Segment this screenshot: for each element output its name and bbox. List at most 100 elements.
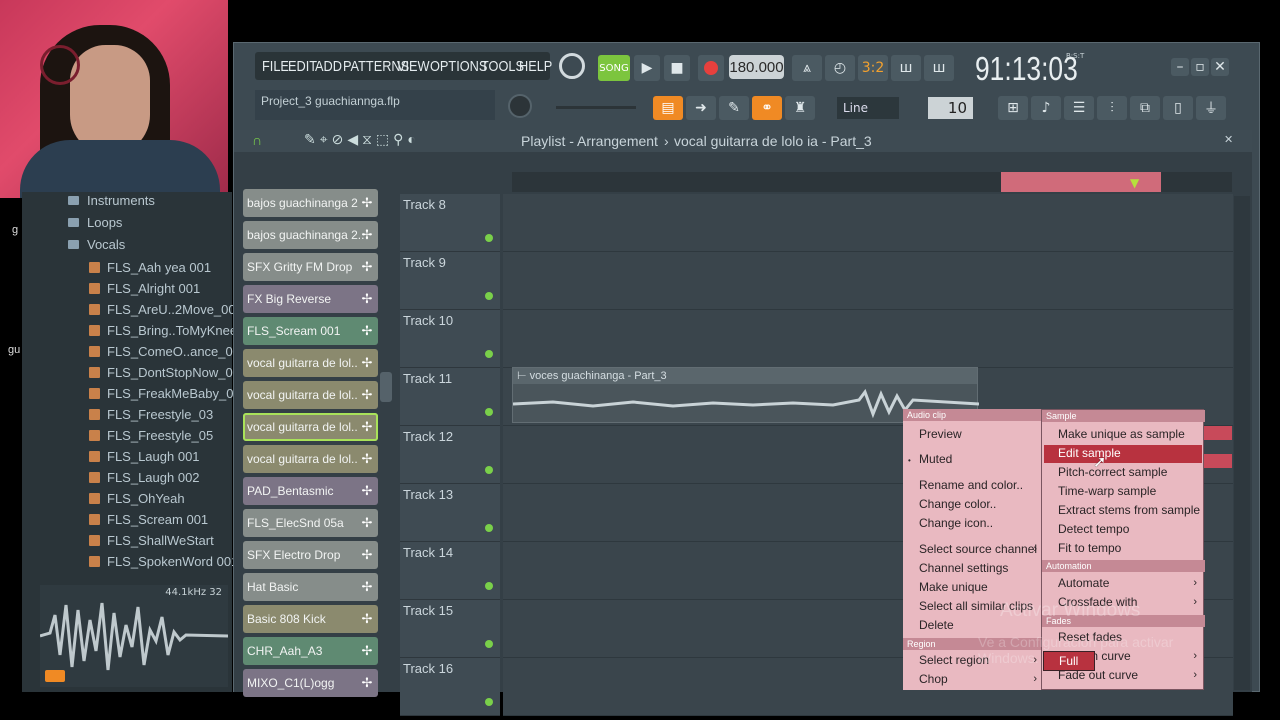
record-button[interactable]: [698, 55, 724, 81]
menu-item-pitch-correct[interactable]: Pitch-correct sample: [1058, 463, 1167, 482]
picker-item[interactable]: CHR_Aah_A3 ✢: [243, 637, 378, 665]
picker-item[interactable]: vocal guitarra de lol.. ✢: [243, 445, 378, 473]
menu-item-automate[interactable]: Automate: [1058, 574, 1109, 593]
browser-file[interactable]: FLS_FreakMeBaby_003: [89, 383, 248, 404]
menu-item-make-unique[interactable]: Make unique: [919, 578, 988, 597]
picker-item[interactable]: FX Big Reverse ✢: [243, 285, 378, 313]
browser-folder[interactable]: Instruments: [68, 190, 155, 211]
picker-item[interactable]: vocal guitarra de lol.. ✢: [243, 381, 378, 409]
menu-file[interactable]: FILE: [262, 53, 289, 81]
track-header[interactable]: Track 12: [400, 426, 500, 484]
drag-handle-icon[interactable]: ✢: [356, 253, 378, 281]
mixer-button[interactable]: ⫶: [1097, 96, 1127, 120]
menu-item-detect-tempo[interactable]: Detect tempo: [1058, 520, 1129, 539]
draw-tool-button[interactable]: ✎: [719, 96, 749, 120]
picker-scrollbar-thumb[interactable]: [380, 372, 392, 402]
menu-item-chop[interactable]: Chop: [919, 670, 948, 689]
browser-file[interactable]: FLS_Alright 001: [89, 278, 200, 299]
track-header[interactable]: Track 10: [400, 310, 500, 368]
browser-file[interactable]: FLS_Aah yea 001: [89, 257, 211, 278]
track-enable-led[interactable]: [485, 408, 493, 416]
piano-roll-button[interactable]: ♪: [1031, 96, 1061, 120]
browser-folder[interactable]: Vocals: [68, 234, 125, 255]
channel-rack-button[interactable]: ⊞: [998, 96, 1028, 120]
track-enable-led[interactable]: [485, 234, 493, 242]
drag-handle-icon[interactable]: ✢: [356, 221, 378, 249]
track-enable-led[interactable]: [485, 292, 493, 300]
browser-file[interactable]: FLS_AreU..2Move_002: [89, 299, 243, 320]
link-button[interactable]: ⚭: [752, 96, 782, 120]
picker-item[interactable]: vocal guitarra de lol.. ✢: [243, 413, 378, 441]
picker-item[interactable]: bajos guachinanga 2.. ✢: [243, 221, 378, 249]
menu-view[interactable]: VIEW: [397, 53, 430, 81]
browser-file[interactable]: FLS_Laugh 001: [89, 446, 200, 467]
loop-record-button[interactable]: ш: [924, 55, 954, 81]
arrow-tool-button[interactable]: ➜: [686, 96, 716, 120]
drag-handle-icon[interactable]: ✢: [356, 669, 378, 697]
clip-fragment[interactable]: [1202, 454, 1232, 468]
menu-item-edit-sample[interactable]: Edit sample: [1058, 444, 1121, 463]
browser-file[interactable]: FLS_Laugh 002: [89, 467, 200, 488]
countdown-button[interactable]: 3:2: [858, 55, 888, 81]
picker-item[interactable]: PAD_Bentasmic ✢: [243, 477, 378, 505]
stamp-button[interactable]: ♜: [785, 96, 815, 120]
minimize-button[interactable]: –: [1171, 58, 1189, 76]
menu-item-channel-settings[interactable]: Channel settings: [919, 559, 1008, 578]
track-enable-led[interactable]: [485, 524, 493, 532]
drag-handle-icon[interactable]: ✢: [356, 541, 378, 569]
close-button[interactable]: ✕: [1211, 58, 1229, 76]
menu-item-rename[interactable]: Rename and color..: [919, 476, 1023, 495]
drag-handle-icon[interactable]: ✢: [356, 285, 378, 313]
drag-handle-icon[interactable]: ✢: [356, 413, 378, 441]
menu-item-time-warp[interactable]: Time-warp sample: [1058, 482, 1156, 501]
step-value[interactable]: 10: [928, 97, 973, 119]
drag-handle-icon[interactable]: ✢: [356, 381, 378, 409]
picker-item[interactable]: vocal guitarra de lol.. ✢: [243, 349, 378, 377]
playlist-close-icon[interactable]: ✕: [1224, 133, 1233, 146]
menu-item-extract-stems[interactable]: Extract stems from sample: [1058, 501, 1200, 520]
drag-handle-icon[interactable]: ✢: [356, 189, 378, 217]
track-lane[interactable]: [503, 252, 1233, 310]
browser-file[interactable]: FLS_DontStopNow_02: [89, 362, 240, 383]
drag-handle-icon[interactable]: ✢: [356, 445, 378, 473]
plugin-button[interactable]: ⧉: [1130, 96, 1160, 120]
menu-item-change-color[interactable]: Change color..: [919, 495, 996, 514]
browser-file[interactable]: FLS_OhYeah: [89, 488, 185, 509]
clip-fragment[interactable]: [1202, 426, 1232, 440]
metronome-button[interactable]: ⩓: [792, 55, 822, 81]
track-lane[interactable]: [503, 310, 1233, 368]
playlist-button[interactable]: ▤: [653, 96, 683, 120]
browser-file[interactable]: FLS_Scream 001: [89, 509, 208, 530]
menu-item-change-icon[interactable]: Change icon..: [919, 514, 993, 533]
browser-file[interactable]: FLS_ShallWeStart: [89, 530, 214, 551]
track-enable-led[interactable]: [485, 640, 493, 648]
tips-button[interactable]: ⏚: [1196, 96, 1226, 120]
master-pitch-knob[interactable]: [508, 94, 532, 118]
master-volume-slider[interactable]: [556, 106, 636, 109]
menu-help[interactable]: HELP: [519, 53, 552, 81]
track-header[interactable]: Track 11: [400, 368, 500, 426]
track-enable-led[interactable]: [485, 698, 493, 706]
picker-item[interactable]: FLS_Scream 001 ✢: [243, 317, 378, 345]
menu-edit[interactable]: EDIT: [288, 53, 317, 81]
menu-add[interactable]: ADD: [315, 53, 342, 81]
menu-item-make-unique-sample[interactable]: Make unique as sample: [1058, 425, 1185, 444]
track-lane[interactable]: [503, 194, 1233, 252]
picker-item[interactable]: SFX Gritty FM Drop ✢: [243, 253, 378, 281]
track-enable-led[interactable]: [485, 350, 493, 358]
playlist-tools[interactable]: ✎⌖⊘◀⧖⬚⚲◐: [304, 131, 420, 148]
track-header[interactable]: Track 9: [400, 252, 500, 310]
drag-handle-icon[interactable]: ✢: [356, 573, 378, 601]
picker-item[interactable]: FLS_ElecSnd 05a ✢: [243, 509, 378, 537]
playlist-vscrollbar[interactable]: [1234, 196, 1250, 690]
browser-file[interactable]: FLS_ComeO..ance_001: [89, 341, 247, 362]
picker-item[interactable]: SFX Electro Drop ✢: [243, 541, 378, 569]
magnet-icon[interactable]: ∩: [252, 132, 262, 148]
picker-item[interactable]: MIXO_C1(L)ogg ✢: [243, 669, 378, 697]
menu-item-preview[interactable]: Preview: [919, 425, 962, 444]
track-header[interactable]: Track 15: [400, 600, 500, 658]
track-enable-led[interactable]: [485, 466, 493, 474]
menu-item-delete[interactable]: Delete: [919, 616, 954, 635]
track-header[interactable]: Track 16: [400, 658, 500, 716]
song-mode-toggle[interactable]: SONG: [598, 55, 630, 81]
